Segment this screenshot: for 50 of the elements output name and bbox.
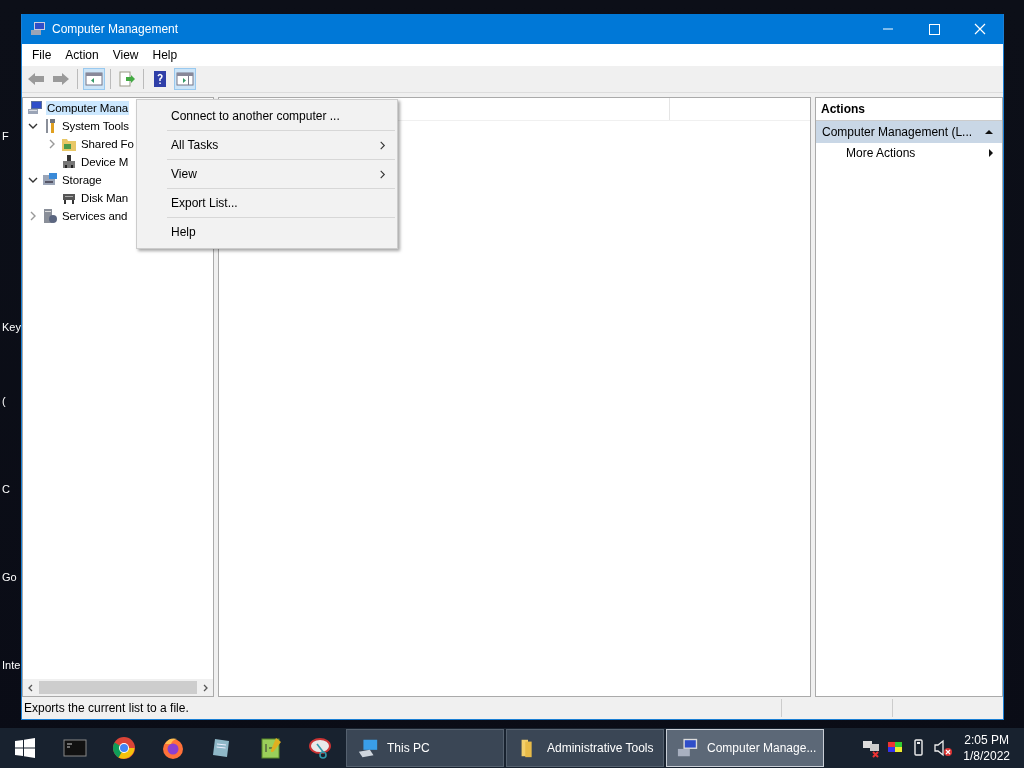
toolbar-button[interactable]	[83, 68, 105, 90]
collapse-triangle-icon[interactable]	[984, 127, 994, 137]
window-title: Computer Management	[52, 22, 179, 36]
context-menu-item[interactable]: Connect to another computer ...	[137, 102, 397, 130]
menu-item[interactable]: Help	[145, 48, 185, 62]
network-icon[interactable]	[861, 738, 882, 758]
menu-item[interactable]: View	[105, 48, 146, 62]
desktop-icon-label[interactable]: C	[2, 483, 10, 495]
terminal-icon[interactable]	[62, 736, 87, 760]
tree-item[interactable]: Storage	[61, 173, 103, 187]
status-text: Exports the current list to a file.	[23, 701, 190, 715]
context-menu-item[interactable]: All Tasks	[137, 131, 397, 159]
action-item[interactable]: More Actions	[816, 143, 1002, 163]
tree-item[interactable]: Computer Mana	[46, 101, 130, 115]
desktop-icon-label[interactable]: Go	[2, 571, 17, 583]
desktop-icon-label[interactable]: F	[2, 130, 9, 142]
context-menu-item[interactable]: View	[137, 160, 397, 188]
services-icon	[42, 208, 58, 224]
tree-item[interactable]: Shared Fo	[80, 137, 135, 151]
menu-item[interactable]: Action	[58, 48, 106, 62]
text-editor-icon[interactable]	[258, 736, 283, 760]
desktop-icon-label[interactable]: (	[2, 395, 6, 407]
context-menu-item[interactable]: Export List...	[137, 189, 397, 217]
computer-icon	[30, 21, 46, 37]
taskbar-window-button[interactable]: This PC	[346, 729, 504, 767]
context-menu-item[interactable]: Help	[137, 218, 397, 246]
taskbar-window-button[interactable]: Administrative Tools	[506, 729, 664, 767]
computer-icon	[27, 100, 43, 116]
shared-folder-icon	[61, 136, 77, 152]
tree-item[interactable]: Disk Man	[80, 191, 130, 205]
speaker-muted-icon[interactable]	[933, 738, 954, 758]
computer-icon	[357, 737, 379, 759]
fox-browser-icon[interactable]	[160, 736, 185, 760]
browser-icon[interactable]	[111, 736, 136, 760]
desktop-icon-label[interactable]: Inte	[2, 659, 21, 671]
action-group-header[interactable]: Computer Management (L...	[816, 121, 1002, 143]
windows-start-icon[interactable]	[15, 738, 35, 758]
horizontal-scrollbar[interactable]	[23, 679, 213, 696]
taskbar-clock[interactable]: 2:05 PM 1/8/2022	[963, 732, 1010, 764]
desktop-icon-label[interactable]: Key	[2, 321, 21, 333]
tree-item[interactable]: System Tools	[61, 119, 130, 133]
tree-item[interactable]: Services and	[61, 209, 129, 223]
storage-icon	[42, 172, 58, 188]
tree-item[interactable]: Device M	[80, 155, 130, 169]
device-icon	[61, 154, 77, 170]
taskbar-window-button[interactable]: Computer Manage...	[666, 729, 824, 767]
menu-item[interactable]: File	[25, 48, 59, 62]
toolbar-button[interactable]	[174, 68, 196, 90]
scissors-icon[interactable]	[307, 736, 332, 760]
computer-icon	[677, 737, 699, 759]
